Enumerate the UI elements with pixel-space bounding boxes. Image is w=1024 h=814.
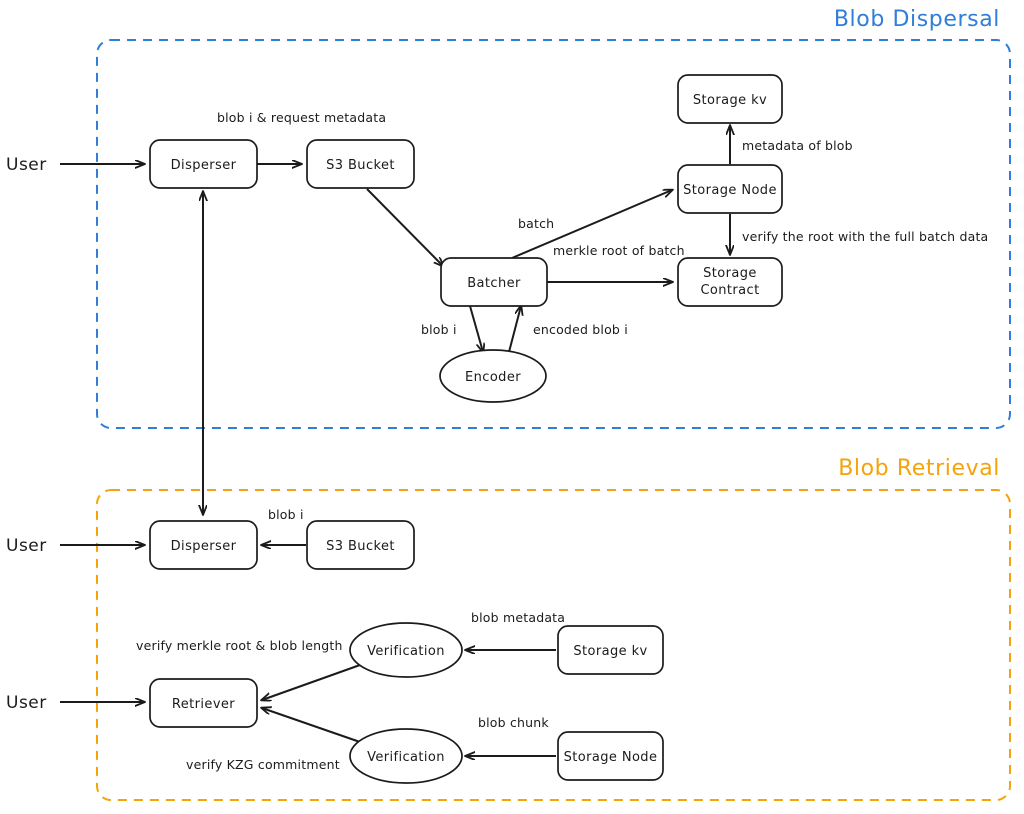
node-storage-contract-label-line2: Contract <box>700 283 759 298</box>
edge-verification-bottom-to-retriever <box>262 708 361 743</box>
edge-verification-top-to-retriever <box>262 664 361 700</box>
node-disperser-bottom[interactable]: Disperser <box>149 520 258 570</box>
node-verification-bottom[interactable]: Verification <box>349 728 463 784</box>
node-batcher-label: Batcher <box>467 276 521 291</box>
node-disperser-top-label: Disperser <box>171 158 237 173</box>
node-s3-bucket-bottom[interactable]: S3 Bucket <box>306 520 415 570</box>
node-storage-node-bottom-label: Storage Node <box>564 750 658 765</box>
edge-label-blob-i-retrieval: blob i <box>268 507 304 522</box>
node-disperser-top[interactable]: Disperser <box>149 139 258 189</box>
node-s3-bucket-top[interactable]: S3 Bucket <box>306 139 415 189</box>
actor-user-retrieval-disperser: User <box>6 536 47 556</box>
node-verification-top[interactable]: Verification <box>349 622 463 678</box>
diagram-canvas: Disperser S3 Bucket Batcher Encoder Stor… <box>0 0 1024 814</box>
edge-s3-to-batcher <box>366 188 443 266</box>
node-storage-kv-top[interactable]: Storage kv <box>677 74 783 124</box>
node-storage-node-bottom[interactable]: Storage Node <box>557 731 664 781</box>
node-encoder[interactable]: Encoder <box>439 349 547 403</box>
node-storage-node-top-label: Storage Node <box>683 183 777 198</box>
group-title-retrieval: Blob Retrieval <box>838 456 1000 481</box>
edge-label-verify-root-full-batch: verify the root with the full batch data <box>742 229 988 244</box>
node-storage-kv-bottom[interactable]: Storage kv <box>557 625 664 675</box>
node-s3-bucket-bottom-label: S3 Bucket <box>326 539 395 554</box>
edge-label-encoded-blob-i: encoded blob i <box>533 322 628 337</box>
actor-user-dispersal: User <box>6 155 47 175</box>
edge-label-blob-i-dispersal: blob i <box>421 322 457 337</box>
edge-batcher-to-encoder <box>469 305 483 352</box>
node-encoder-label: Encoder <box>465 370 521 385</box>
node-storage-kv-bottom-label: Storage kv <box>573 644 647 659</box>
edge-label-merkle-root-of-batch: merkle root of batch <box>553 243 685 258</box>
edge-label-batch: batch <box>518 216 554 231</box>
node-storage-kv-top-label: Storage kv <box>693 93 767 108</box>
group-title-dispersal: Blob Dispersal <box>834 7 1000 32</box>
node-storage-contract[interactable]: Storage Contract <box>677 257 783 307</box>
edge-label-blob-metadata: blob metadata <box>471 610 565 625</box>
node-s3-bucket-top-label: S3 Bucket <box>326 158 395 173</box>
edge-label-verify-kzg-commitment: verify KZG commitment <box>186 757 340 772</box>
node-retriever[interactable]: Retriever <box>149 678 258 728</box>
node-storage-node-top[interactable]: Storage Node <box>677 164 783 214</box>
edge-label-blob-chunk: blob chunk <box>478 715 549 730</box>
diagram-svg: Disperser S3 Bucket Batcher Encoder Stor… <box>6 7 1011 801</box>
node-storage-contract-label-line1: Storage <box>703 266 757 281</box>
edge-label-metadata-of-blob: metadata of blob <box>742 138 853 153</box>
node-batcher[interactable]: Batcher <box>440 257 548 307</box>
node-verification-bottom-label: Verification <box>367 750 445 765</box>
node-disperser-bottom-label: Disperser <box>171 539 237 554</box>
edge-label-verify-merkle-root-blob-length: verify merkle root & blob length <box>136 638 343 653</box>
edge-encoder-to-batcher <box>508 306 521 353</box>
node-verification-top-label: Verification <box>367 644 445 659</box>
node-retriever-label: Retriever <box>172 697 235 712</box>
edge-label-blob-request-metadata: blob i & request metadata <box>217 110 386 125</box>
actor-user-retrieval-retriever: User <box>6 693 47 713</box>
